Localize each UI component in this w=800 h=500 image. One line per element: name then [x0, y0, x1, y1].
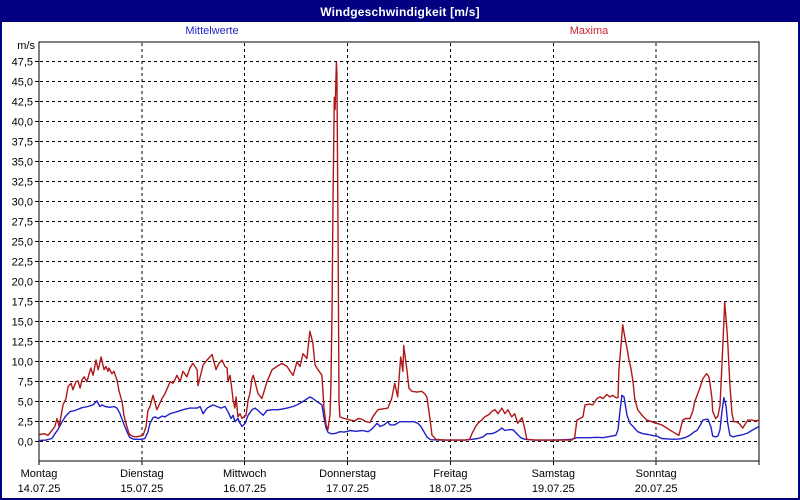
y-tick-label: 32,5 — [12, 177, 33, 189]
x-day-label: Samstag — [532, 468, 575, 480]
plot-border — [38, 41, 760, 462]
y-tick-label: 15,0 — [12, 317, 33, 329]
x-date-label: 15.07.25 — [120, 483, 163, 495]
app-window: Windgeschwindigkeit [m/s] Mittelwerte Ma… — [0, 0, 800, 500]
x-day-label: Freitag — [433, 468, 467, 480]
y-tick-label: 5,0 — [18, 397, 33, 409]
y-tick-label: 30,0 — [12, 197, 33, 209]
y-tick-label: 40,0 — [12, 117, 33, 129]
y-tick-label: 12,5 — [12, 337, 33, 349]
x-day-label: Dienstag — [120, 468, 163, 480]
x-day-label: Sonntag — [636, 468, 677, 480]
x-date-label: 20.07.25 — [635, 483, 678, 495]
x-date-label: 18.07.25 — [429, 483, 472, 495]
x-day-label: Donnerstag — [319, 468, 376, 480]
grid-layer — [35, 43, 760, 465]
y-tick-label: 0,0 — [18, 437, 33, 449]
y-tick-label: 45,0 — [12, 77, 33, 89]
y-tick-label: 17,5 — [12, 297, 33, 309]
x-day-label: Mittwoch — [223, 468, 266, 480]
y-tick-label: 47,5 — [12, 57, 33, 69]
wind-speed-chart: 0,0 2,5 5,0 7,5 10,0 12,5 15,0 17,5 20,0 22,5 25,0… — [12, 40, 760, 495]
x-date-label: 14.07.25 — [18, 483, 61, 495]
y-tick-label: 37,5 — [12, 137, 33, 149]
x-date-label: 17.07.25 — [326, 483, 369, 495]
y-tick-label: 20,0 — [12, 277, 33, 289]
y-axis-unit-label: m/s — [17, 40, 35, 52]
series-line-maxima — [39, 61, 760, 441]
y-tick-label: 25,0 — [12, 237, 33, 249]
x-date-label: 16.07.25 — [223, 483, 266, 495]
y-tick-label: 35,0 — [12, 157, 33, 169]
y-tick-label: 22,5 — [12, 257, 33, 269]
x-date-label: 19.07.25 — [532, 483, 575, 495]
y-tick-label: 42,5 — [12, 97, 33, 109]
y-tick-label: 2,5 — [18, 417, 33, 429]
y-tick-label: 7,5 — [18, 377, 33, 389]
x-day-label: Montag — [21, 468, 58, 480]
y-tick-label: 10,0 — [12, 357, 33, 369]
y-tick-label: 27,5 — [12, 217, 33, 229]
